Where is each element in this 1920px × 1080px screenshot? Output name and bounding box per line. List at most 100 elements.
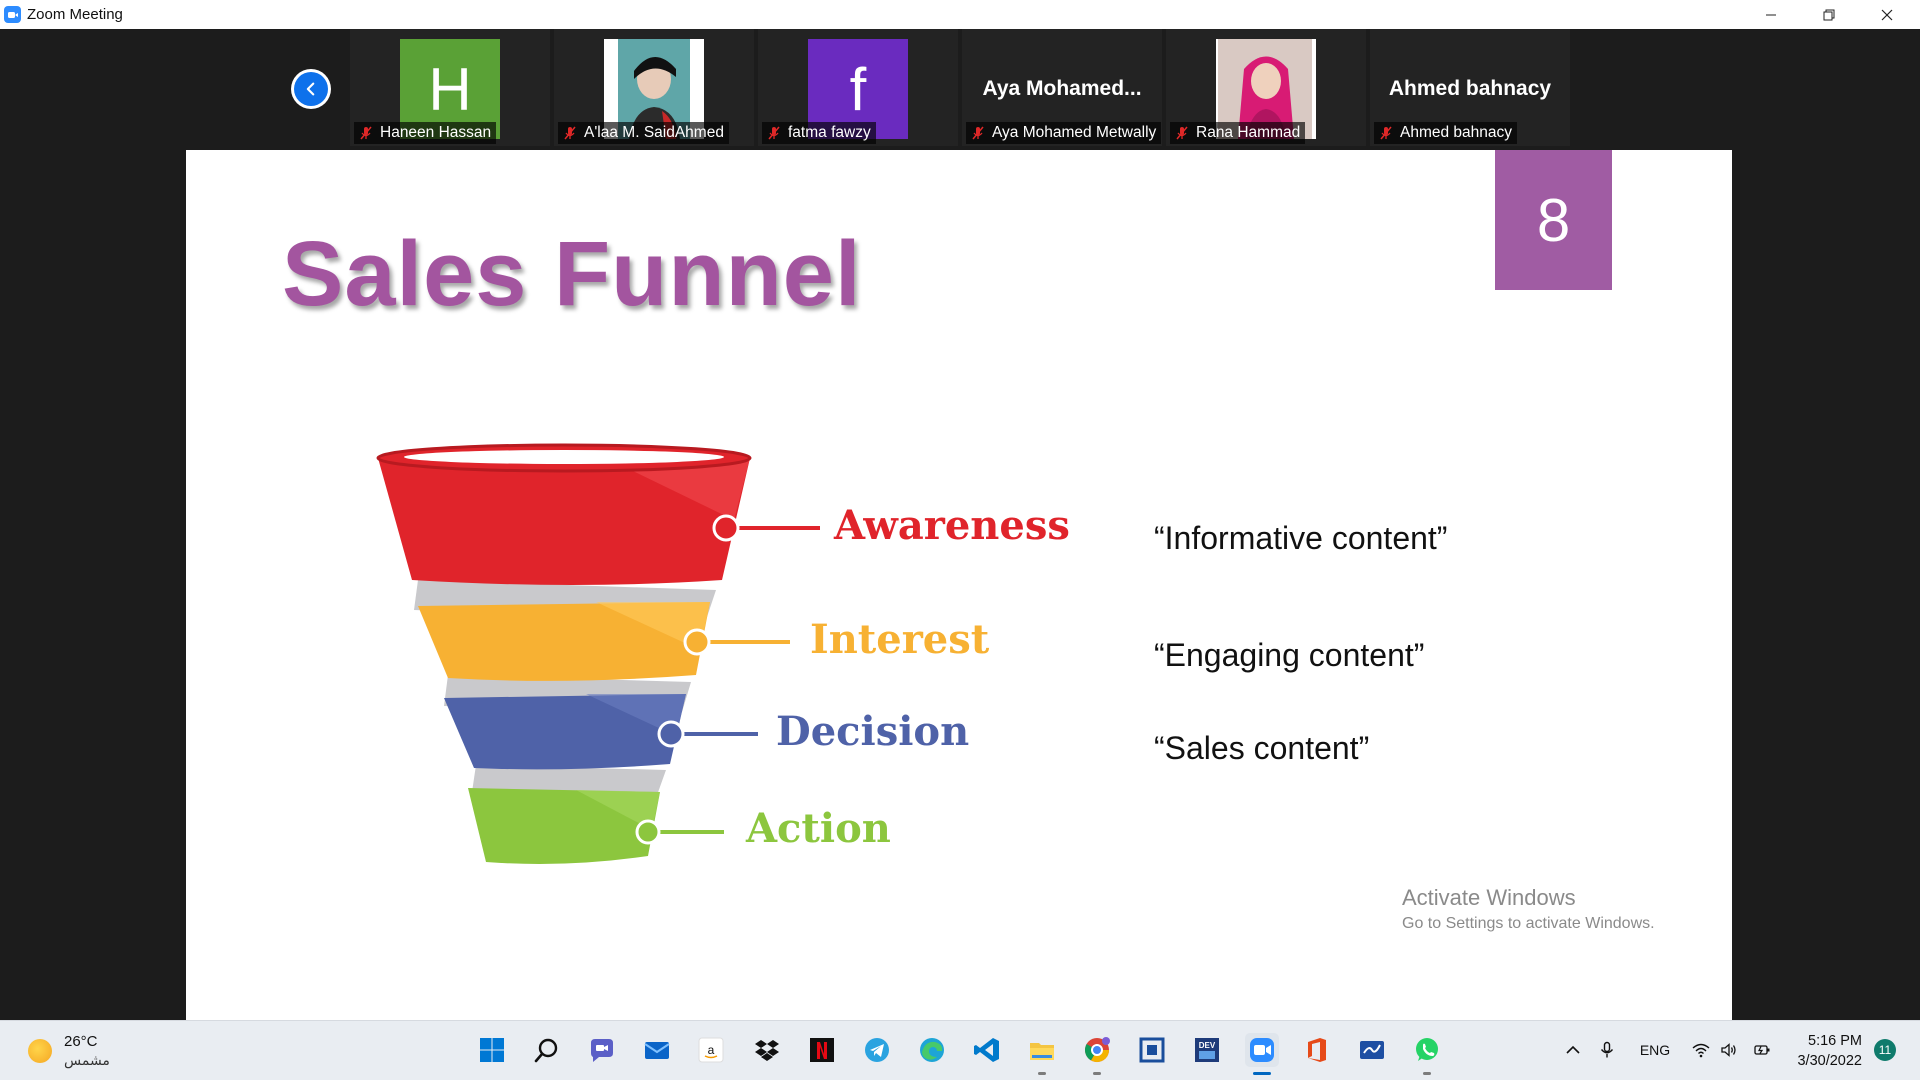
volume-icon [1721, 1043, 1736, 1057]
clock-date: 3/30/2022 [1797, 1053, 1862, 1069]
previous-page-button[interactable] [291, 69, 331, 109]
muted-mic-icon [564, 126, 576, 140]
shared-slide: Sales Funnel 8 Awareness Interest Decisi [186, 150, 1732, 1020]
whatsapp-button[interactable] [1410, 1033, 1444, 1075]
minimize-button[interactable] [1742, 0, 1800, 29]
whiteboard-icon [1360, 1041, 1384, 1059]
close-button[interactable] [1858, 0, 1916, 29]
snipping-tool-icon [1139, 1037, 1165, 1063]
clock-time: 5:16 PM [1808, 1033, 1862, 1049]
participant-name-bar: A'laa M. SaidAhmed [558, 122, 729, 144]
svg-text:a: a [708, 1043, 715, 1057]
office-button[interactable] [1300, 1033, 1334, 1067]
edge-icon [920, 1038, 944, 1062]
netflix-button[interactable] [805, 1033, 839, 1067]
microphone-icon [1600, 1041, 1614, 1058]
participants-strip: H Haneen Hassan A'laa M. SaidAhmed f fat… [0, 29, 1920, 150]
windows-start-icon [480, 1038, 504, 1062]
participant-name: fatma fawzy [788, 124, 871, 141]
participant-tile[interactable]: f fatma fawzy [758, 29, 958, 146]
participant-name-bar: Ahmed bahnacy [1374, 122, 1518, 144]
notification-badge[interactable]: 11 [1874, 1039, 1896, 1061]
chrome-button[interactable] [1080, 1033, 1114, 1075]
search-button[interactable] [530, 1033, 564, 1067]
whiteboard-button[interactable] [1355, 1033, 1389, 1067]
wifi-icon [1692, 1043, 1710, 1058]
title-bar: Zoom Meeting [0, 0, 1920, 29]
muted-mic-icon [972, 126, 984, 140]
watermark-line1: Activate Windows [1402, 885, 1576, 910]
mail-icon [644, 1042, 670, 1059]
vscode-icon [974, 1038, 999, 1062]
sun-icon [28, 1039, 52, 1063]
running-indicator [1038, 1072, 1046, 1075]
participant-tile[interactable]: H Haneen Hassan [350, 29, 550, 146]
zoom-app-icon [4, 6, 21, 23]
minimize-icon [1766, 14, 1776, 15]
amazon-button[interactable]: a [694, 1033, 728, 1067]
weather-condition: مشمس [64, 1052, 110, 1068]
participant-name: Haneen Hassan [380, 124, 492, 141]
stage-label-action: Action [746, 805, 891, 852]
wifi-tray-button[interactable] [1690, 1035, 1712, 1065]
microphone-tray-button[interactable] [1596, 1035, 1618, 1065]
clock[interactable]: 5:16 PM 3/30/2022 [1790, 1031, 1862, 1071]
telegram-button[interactable] [860, 1033, 894, 1067]
participant-name: Ahmed bahnacy [1400, 124, 1513, 141]
office-icon [1308, 1038, 1326, 1062]
window-title: Zoom Meeting [27, 6, 123, 23]
file-explorer-icon [1030, 1043, 1054, 1060]
participant-display-name: Ahmed bahnacy [1388, 77, 1552, 100]
quote-sales: “Sales content” [1154, 730, 1370, 766]
language-indicator[interactable]: ENG [1634, 1035, 1676, 1065]
weather-temp: 26°C [64, 1033, 98, 1050]
taskbar: 26°C مشمس a DEV ENG 5:16 PM 3/30/2022 11 [0, 1020, 1920, 1080]
close-icon [1881, 9, 1893, 20]
vscode-button[interactable] [970, 1033, 1004, 1067]
zoom-icon [1250, 1038, 1274, 1062]
dropbox-button[interactable] [750, 1033, 784, 1067]
edge-button[interactable] [915, 1033, 949, 1067]
search-icon [534, 1038, 558, 1063]
stage-label-interest: Interest [810, 616, 990, 663]
svg-text:DEV: DEV [1199, 1041, 1216, 1050]
restore-icon [1823, 9, 1835, 20]
zoom-button[interactable] [1245, 1033, 1279, 1075]
stage-label-decision: Decision [776, 708, 970, 755]
mail-button[interactable] [640, 1033, 674, 1067]
teams-chat-button[interactable] [585, 1033, 619, 1067]
restore-button[interactable] [1800, 0, 1858, 29]
quote-engaging: “Engaging content” [1154, 637, 1425, 673]
participant-name-bar: fatma fawzy [762, 122, 876, 144]
quote-informative: “Informative content” [1154, 520, 1448, 556]
telegram-icon [865, 1038, 889, 1062]
watermark-line2: Go to Settings to activate Windows. [1402, 915, 1655, 932]
participant-name: A'laa M. SaidAhmed [584, 124, 724, 141]
participant-name: Rana Hammad [1196, 124, 1301, 141]
muted-mic-icon [1380, 126, 1392, 140]
participant-tile[interactable]: Aya Mohamed... Aya Mohamed Metwally [962, 29, 1162, 146]
snipping-tool-button[interactable] [1135, 1033, 1169, 1067]
participant-tile[interactable]: Ahmed bahnacy Ahmed bahnacy [1370, 29, 1570, 146]
participant-name-bar: Haneen Hassan [354, 122, 497, 144]
whatsapp-icon [1416, 1038, 1438, 1061]
amazon-icon: a [698, 1037, 724, 1063]
activate-windows-watermark: Activate Windows Go to Settings to activ… [1402, 885, 1655, 933]
volume-tray-button[interactable] [1718, 1035, 1740, 1065]
teams-chat-icon [591, 1039, 613, 1062]
muted-mic-icon [1176, 126, 1188, 140]
participant-display-name: Aya Mohamed... [982, 77, 1142, 100]
participant-tile[interactable]: Rana Hammad [1166, 29, 1366, 146]
show-hidden-icons-button[interactable] [1562, 1035, 1584, 1065]
file-explorer-button[interactable] [1025, 1033, 1059, 1075]
chevron-left-icon [306, 82, 315, 96]
devc-button[interactable]: DEV [1190, 1033, 1224, 1067]
running-indicator [1423, 1072, 1431, 1075]
battery-tray-button[interactable] [1751, 1035, 1773, 1065]
participant-name-bar: Aya Mohamed Metwally [966, 122, 1162, 144]
weather-widget[interactable]: 26°C مشمس [28, 1033, 110, 1069]
avatar-letter: H [428, 55, 472, 123]
participant-tile[interactable]: A'laa M. SaidAhmed [554, 29, 754, 146]
windows-start-button[interactable] [475, 1033, 509, 1067]
active-indicator [1253, 1072, 1271, 1075]
